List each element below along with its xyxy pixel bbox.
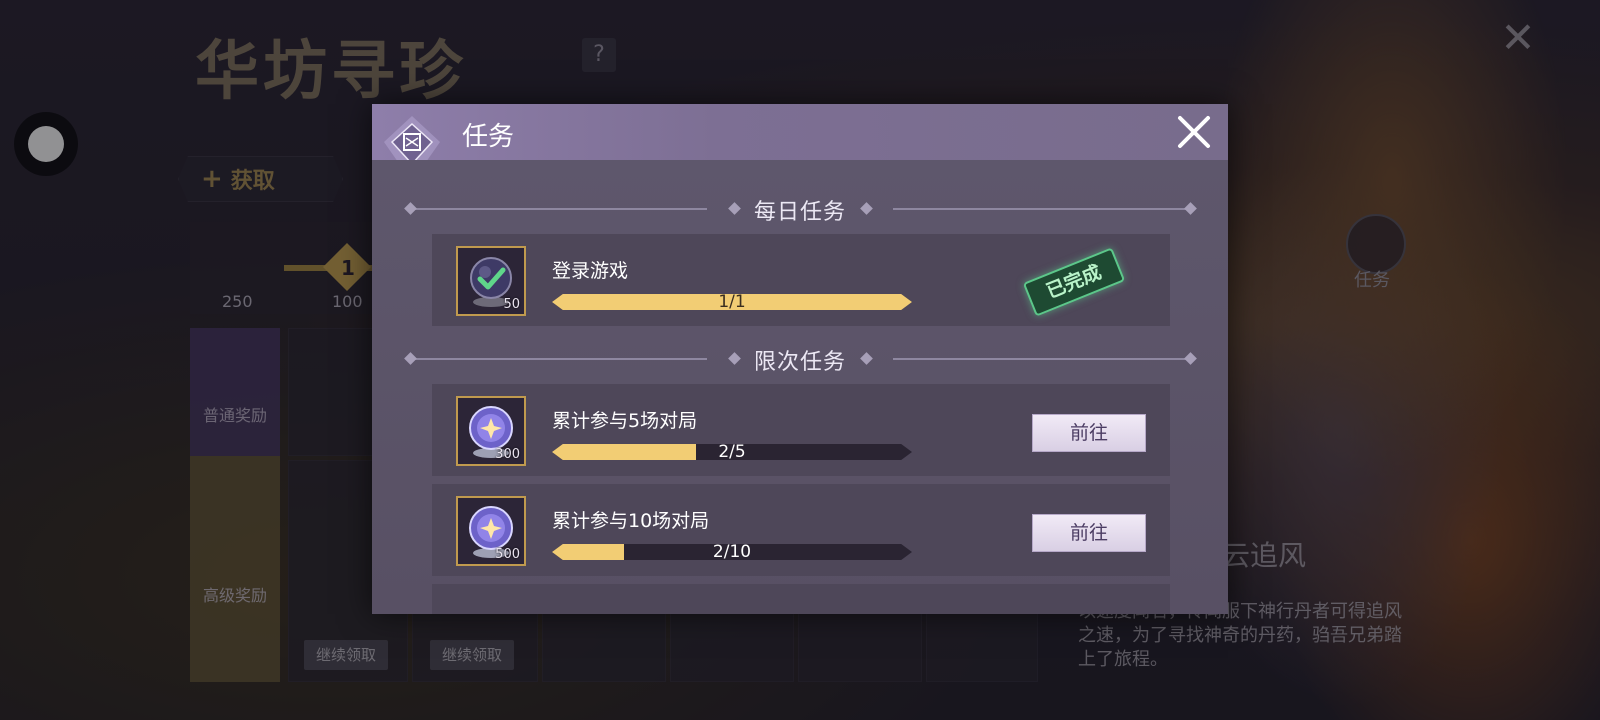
go-button[interactable]: 前往: [1032, 514, 1146, 552]
task-name: 登录游戏: [552, 260, 629, 282]
reward-qty: 500: [495, 547, 520, 562]
limited-section-title: 限次任务: [753, 350, 846, 375]
close-icon: [1178, 116, 1210, 148]
task-row-login: 50 登录游戏 1/1 已完成: [432, 234, 1170, 326]
task-progress-text: 2/10: [712, 542, 752, 562]
task-modal: 任务 每日任务 50 登录游戏 1/1 已完成 限次任务 300 累计参与5场对…: [372, 104, 1228, 614]
divider-line: [893, 208, 1188, 210]
task-progress-text: 2/5: [718, 442, 746, 462]
task-row-matches-10: 500 累计参与10场对局 2/10 前往: [432, 484, 1170, 576]
go-button[interactable]: 前往: [1032, 414, 1146, 452]
reward-icon-box: 300: [456, 396, 526, 466]
task-row-partial: [432, 584, 1170, 614]
modal-body: 每日任务 50 登录游戏 1/1 已完成 限次任务 300 累计参与5场对局 2…: [372, 160, 1228, 614]
reward-qty: 50: [503, 297, 520, 312]
modal-header: 任务: [372, 104, 1228, 182]
daily-section-title: 每日任务: [753, 200, 846, 225]
divider-line: [893, 358, 1188, 360]
task-name: 累计参与10场对局: [552, 510, 710, 532]
modal-close-button[interactable]: [1174, 112, 1214, 152]
limited-section-header: 限次任务: [402, 344, 1198, 375]
task-progress-text: 1/1: [718, 292, 746, 312]
reward-icon-box: 50: [456, 246, 526, 316]
task-name: 累计参与5场对局: [552, 410, 698, 432]
reward-qty: 300: [495, 447, 520, 462]
modal-title: 任务: [462, 122, 515, 152]
completed-stamp: 已完成: [1022, 247, 1126, 317]
daily-section-header: 每日任务: [402, 194, 1198, 225]
reward-icon-box: 500: [456, 496, 526, 566]
task-row-matches-5: 300 累计参与5场对局 2/5 前往: [432, 384, 1170, 476]
